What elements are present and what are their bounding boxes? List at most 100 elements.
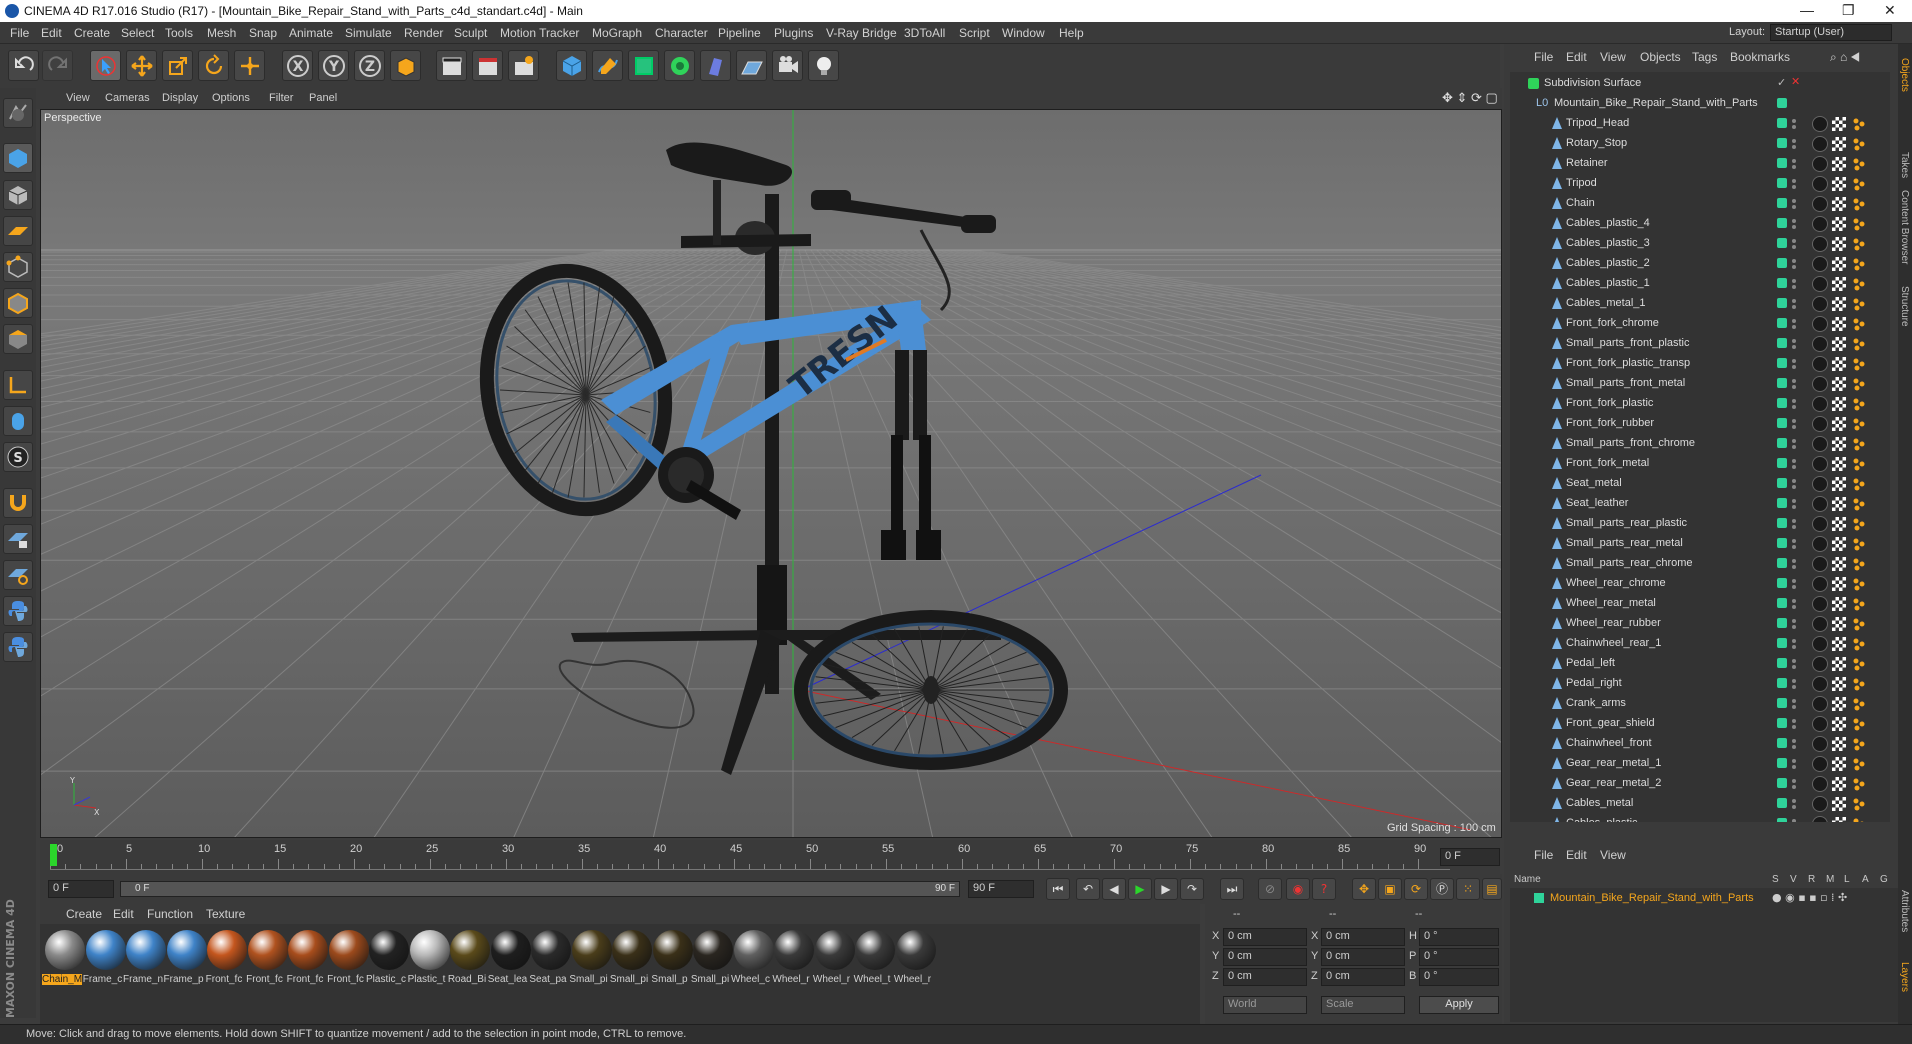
material-thumb[interactable]: Front_fc	[204, 930, 250, 985]
autokey-button[interactable]: ?	[1312, 878, 1336, 900]
next-key-button[interactable]: ↷	[1180, 878, 1204, 900]
make-editable-button[interactable]	[3, 98, 33, 128]
close-button[interactable]: ✕	[1884, 2, 1896, 19]
visibility-dots-icon[interactable]	[1791, 318, 1797, 330]
prev-frame-button[interactable]: ◀	[1102, 878, 1126, 900]
x-axis-button[interactable]: X	[282, 50, 313, 81]
material-tag-icon[interactable]	[1812, 816, 1828, 822]
start-frame-field[interactable]: 0 F	[48, 880, 114, 898]
visibility-dots-icon[interactable]	[1791, 238, 1797, 250]
visibility-dots-icon[interactable]	[1791, 778, 1797, 790]
uvw-tag-icon[interactable]	[1832, 237, 1846, 251]
material-tag-icon[interactable]	[1812, 616, 1828, 632]
material-tag-icon[interactable]	[1812, 756, 1828, 772]
material-tag-icon[interactable]	[1812, 536, 1828, 552]
object-row[interactable]: Seat_metal	[1510, 474, 1890, 494]
minimize-button[interactable]: —	[1800, 2, 1814, 18]
object-row[interactable]: Pedal_right	[1510, 674, 1890, 694]
material-tag-icon[interactable]	[1812, 396, 1828, 412]
object-row[interactable]: Chainwheel_front	[1510, 734, 1890, 754]
frame-range-slider[interactable]: 0 F 90 F	[120, 881, 960, 897]
axis-mode-button[interactable]	[3, 370, 33, 400]
vp-menu-view[interactable]: View	[66, 92, 90, 104]
texture-tag-icon[interactable]	[1852, 417, 1866, 431]
uvw-tag-icon[interactable]	[1832, 537, 1846, 551]
visibility-dots-icon[interactable]	[1791, 198, 1797, 210]
uvw-tag-icon[interactable]	[1832, 137, 1846, 151]
size-z-field[interactable]: 0 cm	[1321, 968, 1405, 986]
solo-button[interactable]: S	[3, 442, 33, 472]
mat-menu-texture[interactable]: Texture	[206, 907, 245, 921]
menu-edit[interactable]: Edit	[41, 26, 62, 40]
menu-simulate[interactable]: Simulate	[345, 26, 392, 40]
render-picture-viewer-button[interactable]	[472, 50, 503, 81]
z-axis-button[interactable]: Z	[354, 50, 385, 81]
visibility-dots-icon[interactable]	[1791, 598, 1797, 610]
object-row[interactable]: Wheel_rear_chrome	[1510, 574, 1890, 594]
visibility-dots-icon[interactable]	[1791, 138, 1797, 150]
vp-menu-cameras[interactable]: Cameras	[105, 92, 150, 104]
texture-tag-icon[interactable]	[1852, 737, 1866, 751]
visibility-dots-icon[interactable]	[1791, 258, 1797, 270]
uvw-tag-icon[interactable]	[1832, 777, 1846, 791]
om-menu-file[interactable]: File	[1534, 50, 1553, 64]
menu-tools[interactable]: Tools	[165, 26, 193, 40]
visibility-dots-icon[interactable]	[1791, 518, 1797, 530]
om-menu-objects[interactable]: Objects	[1640, 50, 1681, 64]
object-row[interactable]: Cables_plastic	[1510, 814, 1890, 822]
material-tag-icon[interactable]	[1812, 596, 1828, 612]
object-row[interactable]: Front_fork_metal	[1510, 454, 1890, 474]
uvw-tag-icon[interactable]	[1832, 317, 1846, 331]
object-row[interactable]: Tripod_Head	[1510, 114, 1890, 134]
uvw-tag-icon[interactable]	[1832, 717, 1846, 731]
rotate-tool-button[interactable]	[198, 50, 229, 81]
texture-tag-icon[interactable]	[1852, 637, 1866, 651]
texture-tag-icon[interactable]	[1852, 157, 1866, 171]
visibility-dots-icon[interactable]	[1791, 798, 1797, 810]
material-thumb[interactable]: Wheel_r	[771, 930, 817, 985]
visibility-dots-icon[interactable]	[1791, 378, 1797, 390]
menu-script[interactable]: Script	[959, 26, 990, 40]
visibility-dots-icon[interactable]	[1791, 818, 1797, 822]
magnet-button[interactable]	[3, 488, 33, 518]
side-tab-attributes[interactable]: Attributes	[1899, 890, 1910, 932]
y-axis-button[interactable]: Y	[318, 50, 349, 81]
cube-button[interactable]	[556, 50, 587, 81]
object-row[interactable]: Front_gear_shield	[1510, 714, 1890, 734]
material-tag-icon[interactable]	[1812, 216, 1828, 232]
points-mode-button[interactable]	[3, 252, 33, 282]
uvw-tag-icon[interactable]	[1832, 577, 1846, 591]
material-tag-icon[interactable]	[1812, 796, 1828, 812]
menu-character[interactable]: Character	[655, 26, 708, 40]
menu-plugins[interactable]: Plugins	[774, 26, 813, 40]
texture-tag-icon[interactable]	[1852, 477, 1866, 491]
python-button-1[interactable]	[3, 596, 33, 626]
size-x-field[interactable]: 0 cm	[1321, 928, 1405, 946]
menu-vray-bridge[interactable]: V-Ray Bridge	[826, 26, 897, 40]
material-thumb[interactable]: Road_Bi	[447, 930, 493, 985]
material-thumb[interactable]: Small_p	[650, 930, 696, 985]
pos-z-field[interactable]: 0 cm	[1223, 968, 1307, 986]
snap-settings-button[interactable]	[3, 560, 33, 590]
uvw-tag-icon[interactable]	[1832, 657, 1846, 671]
object-row[interactable]: Cables_metal_1	[1510, 294, 1890, 314]
uvw-tag-icon[interactable]	[1832, 497, 1846, 511]
coord-system-dropdown[interactable]: World	[1223, 996, 1307, 1014]
menu-motion-tracker[interactable]: Motion Tracker	[500, 26, 579, 40]
material-thumb[interactable]: Wheel_t	[852, 930, 898, 985]
material-thumb[interactable]: Chain_M	[42, 930, 88, 985]
menu-animate[interactable]: Animate	[289, 26, 333, 40]
menu-3dtoall[interactable]: 3DToAll	[904, 26, 945, 40]
texture-tag-icon[interactable]	[1852, 197, 1866, 211]
object-row[interactable]: Small_parts_rear_plastic	[1510, 514, 1890, 534]
texture-tag-icon[interactable]	[1852, 437, 1866, 451]
material-tag-icon[interactable]	[1812, 356, 1828, 372]
vp-menu-panel[interactable]: Panel	[309, 92, 337, 104]
material-thumb[interactable]: Plastic_c	[366, 930, 412, 985]
texture-tag-icon[interactable]	[1852, 377, 1866, 391]
visibility-dots-icon[interactable]	[1791, 358, 1797, 370]
uvw-tag-icon[interactable]	[1832, 477, 1846, 491]
menu-window[interactable]: Window	[1002, 26, 1045, 40]
uvw-tag-icon[interactable]	[1832, 357, 1846, 371]
material-tag-icon[interactable]	[1812, 416, 1828, 432]
